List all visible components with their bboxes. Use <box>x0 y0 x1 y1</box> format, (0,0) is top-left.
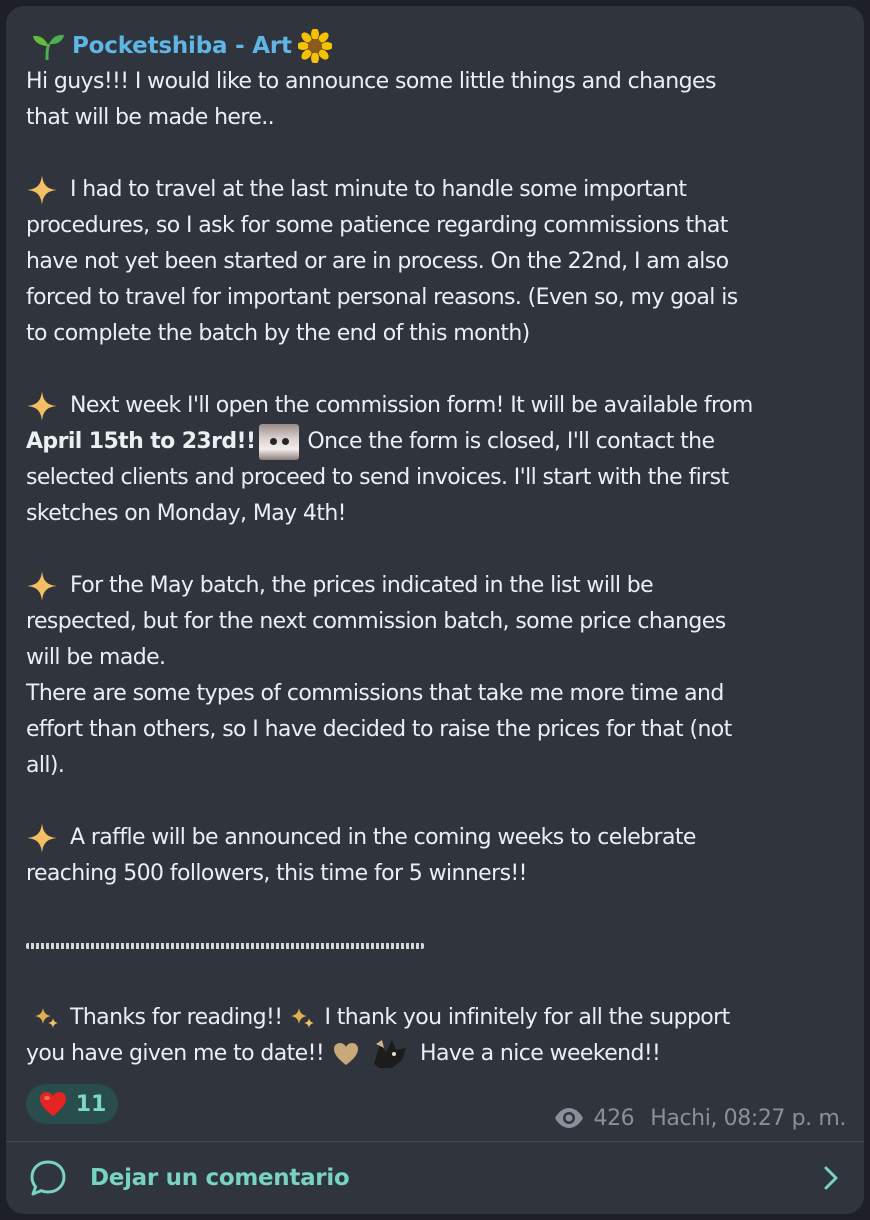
message-body: Hi guys!!! I would like to announce some… <box>26 64 854 1072</box>
small-sparkles-icon <box>35 1008 58 1028</box>
message-text: Once the form is closed, I'll contact th… <box>307 429 715 454</box>
message-meta: 426 Hachi, 08:27 p. m. <box>553 1102 846 1134</box>
message-text: Thanks for reading!! <box>70 1005 283 1030</box>
message-text: Next week I'll open the commission form!… <box>70 393 753 418</box>
message-line: forced to travel for important personal … <box>26 285 738 310</box>
message-header: Pocketshiba - Art <box>30 28 332 64</box>
sunflower-icon <box>297 29 332 63</box>
message-line: to complete the batch by the end of this… <box>26 321 530 346</box>
sparkle-icon <box>27 175 57 205</box>
beige-heart-icon <box>334 1043 359 1065</box>
reaction-count: 11 <box>75 1091 107 1117</box>
separator-divider <box>26 943 424 949</box>
message-line: I had to travel at the last minute to ha… <box>26 172 854 208</box>
form-dates: April 15th to 23rd!! <box>26 429 256 454</box>
message-line: Next week I'll open the commission form!… <box>26 388 854 424</box>
comment-bubble-icon <box>30 1160 66 1196</box>
message-line: procedures, so I ask for some patience r… <box>26 213 728 238</box>
message-line: have not yet been started or are in proc… <box>26 249 729 274</box>
message-line <box>26 928 854 964</box>
message-line: reaching 500 followers, this time for 5 … <box>26 861 527 886</box>
sprout-icon <box>33 34 64 61</box>
eye-icon <box>555 1108 584 1128</box>
author-time: Hachi, 08:27 p. m. <box>650 1105 846 1131</box>
wolf-sticker-icon <box>374 1040 407 1068</box>
message-line: that will be made here.. <box>26 105 275 130</box>
message-line: For the May batch, the prices indicated … <box>26 568 854 604</box>
message-text: I thank you infinitely for all the suppo… <box>324 1005 730 1030</box>
sparkle-icon <box>27 391 57 421</box>
message-line: you have given me to date!! Have a nice … <box>26 1036 854 1072</box>
message-line: April 15th to 23rd!! Once the form is cl… <box>26 424 854 460</box>
message-line: will be made. <box>26 645 166 670</box>
leave-comment-label: Dejar un comentario <box>90 1165 350 1191</box>
small-sparkles-icon <box>291 1008 315 1028</box>
message-line: selected clients and proceed to send inv… <box>26 465 729 490</box>
sparkle-icon <box>27 823 57 853</box>
cat-sticker-icon <box>259 424 300 460</box>
message-line: A raffle will be announced in the coming… <box>26 820 854 856</box>
message-text: I had to travel at the last minute to ha… <box>70 177 687 202</box>
message-text: For the May batch, the prices indicated … <box>70 573 654 598</box>
view-count: 426 <box>593 1105 635 1131</box>
message-text: A raffle will be announced in the coming… <box>70 825 696 850</box>
message-card: Pocketshiba - Art Hi guys!!! I would lik… <box>6 6 864 1214</box>
leave-comment-button[interactable]: Dejar un comentario <box>6 1142 864 1214</box>
message-text: Have a nice weekend!! <box>420 1041 661 1066</box>
message-line: sketches on Monday, May 4th! <box>26 501 347 526</box>
message-line: effort than others, so I have decided to… <box>26 717 732 742</box>
message-line: Thanks for reading!! I thank you infinit… <box>26 1000 854 1036</box>
message-line: all). <box>26 753 65 778</box>
heart-reaction-button[interactable]: 11 <box>26 1084 118 1124</box>
message-text: you have given me to date!! <box>26 1041 325 1066</box>
channel-title[interactable]: Pocketshiba - Art <box>72 33 292 59</box>
message-line: Hi guys!!! I would like to announce some… <box>26 69 716 94</box>
red-heart-icon <box>39 1092 66 1116</box>
sparkle-icon <box>27 571 57 601</box>
message-line: respected, but for the next commission b… <box>26 609 726 634</box>
chevron-right-icon <box>824 1166 838 1190</box>
message-line: There are some types of commissions that… <box>26 681 724 706</box>
